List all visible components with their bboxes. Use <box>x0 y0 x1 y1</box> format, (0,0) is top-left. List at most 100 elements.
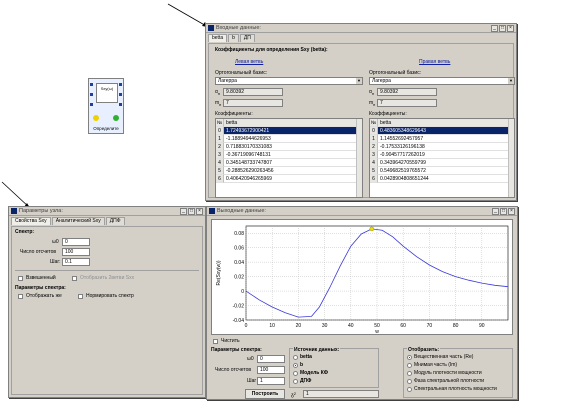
minimize-button[interactable]: _ <box>492 207 499 215</box>
row-value: 0.718830170331083 <box>224 143 362 151</box>
right-basis-select[interactable]: Лагерра ▼ <box>369 77 515 85</box>
row-value: -0.288526290263456 <box>224 167 362 175</box>
window-icon <box>209 208 215 214</box>
y-axis-label: Re(Sxy(w)) <box>216 260 222 285</box>
table-row[interactable]: 4 0.343964270559799 <box>370 159 514 167</box>
x-axis-label: w <box>375 329 379 334</box>
display-re-radio[interactable] <box>407 355 412 360</box>
maximize-button[interactable]: □ <box>499 24 506 32</box>
display-psd-radio[interactable] <box>407 387 412 392</box>
x-tick-label: 60 <box>400 323 406 329</box>
source-betta-radio[interactable] <box>293 355 298 360</box>
left-m-field[interactable]: 7 <box>223 99 283 107</box>
row-value: 0.483605348629643 <box>378 127 514 135</box>
table-row[interactable]: 4 0.345148733747807 <box>216 159 362 167</box>
minimize-button[interactable]: _ <box>491 24 498 32</box>
maximize-button[interactable]: □ <box>500 207 507 215</box>
tab-dpf[interactable]: ДПФ <box>105 217 125 225</box>
show-weight-checkbox[interactable] <box>72 276 77 281</box>
minimize-button[interactable]: _ <box>180 207 187 215</box>
params-tabs: Свойства Sxy Аналитический Sxy ДПФ <box>9 216 205 225</box>
table-row[interactable]: 2 -0.17533126196138 <box>370 143 514 151</box>
display-phase-label: Фаза спектральной плотности <box>414 378 485 384</box>
tab-dp[interactable]: ДП <box>239 34 255 42</box>
close-button[interactable]: × <box>507 24 514 32</box>
tab-sxy-props[interactable]: Свойства Sxy <box>11 217 51 225</box>
source-dpf-label: ДПФ <box>300 378 312 384</box>
source-b-radio[interactable] <box>293 363 298 368</box>
right-alpha-field[interactable]: 9.80392 <box>377 88 437 96</box>
display-phase-radio[interactable] <box>407 379 412 384</box>
show-weight-label: Отобразить 2ветви Sxx <box>80 275 135 281</box>
table-row[interactable]: 0 0.483605348629643 <box>370 127 514 135</box>
params-window-title: Параметры узла: <box>19 208 63 214</box>
right-coeff-table[interactable]: № betta 0 0.483605348629643 1 1.14552692457… <box>369 118 515 198</box>
weighted-label: Взвешенный <box>26 275 56 281</box>
node-port-icon <box>119 103 122 106</box>
source-dpf-radio[interactable] <box>293 379 298 384</box>
table-row[interactable]: 3 -0.36719096748131 <box>216 151 362 159</box>
clear-checkbox[interactable] <box>213 339 218 344</box>
show-label: Отображать же <box>26 293 62 299</box>
y-tick-label: -0.04 <box>233 318 245 324</box>
spectrum-chart[interactable]: 0.080.060.040.020-0.02-0.040 10 20 30 40 50 60… <box>212 220 512 334</box>
table-header: № betta <box>370 119 514 127</box>
w0-input[interactable]: 0 <box>257 355 285 363</box>
output-window-titlebar: Выходные данные: _ □ × <box>207 207 517 216</box>
step-label: Шаг <box>247 378 257 384</box>
maximize-button[interactable]: □ <box>188 207 195 215</box>
tab-betta[interactable]: betta <box>208 34 228 42</box>
display-im-radio[interactable] <box>407 363 412 368</box>
node-port-icon <box>90 93 93 96</box>
spectrum-params-label: Параметры спектра: <box>15 285 66 291</box>
display-mod-radio[interactable] <box>407 371 412 376</box>
tab-b[interactable]: b <box>228 34 239 42</box>
x-tick-label: 40 <box>348 323 354 329</box>
right-branch-link[interactable]: Правая ветвь <box>419 59 450 65</box>
table-row[interactable]: 1 1.14552692457957 <box>370 135 514 143</box>
row-value: 1.72493672900421 <box>224 127 362 135</box>
scrollbar[interactable] <box>356 119 362 197</box>
m-subscript: п <box>219 102 222 107</box>
node-port-icon <box>90 103 93 106</box>
row-value: 0.406420946265969 <box>224 175 362 183</box>
left-basis-select[interactable]: Лагерра ▼ <box>215 77 363 85</box>
table-row[interactable]: 1 -1.18894944626953 <box>216 135 362 143</box>
table-header: № betta <box>216 119 362 127</box>
table-row[interactable]: 3 -0.90457717262019 <box>370 151 514 159</box>
w0-label: ω0 <box>247 356 254 362</box>
show-checkbox[interactable] <box>18 294 23 299</box>
table-row[interactable]: 6 0.0428904808651244 <box>370 175 514 183</box>
tab-analytic-sxy[interactable]: Аналитический Sxy <box>51 217 105 225</box>
scrollbar[interactable] <box>508 119 514 197</box>
alpha-subscript: п <box>371 91 375 96</box>
weighted-checkbox[interactable] <box>18 276 23 281</box>
y-tick-label: 0 <box>241 289 244 295</box>
count-input[interactable]: 100 <box>257 366 285 374</box>
table-row[interactable]: 0 1.72493672900421 <box>216 127 362 135</box>
node-block[interactable]: Sxy(ω) Определите <box>88 78 124 134</box>
x-tick-label: 10 <box>269 323 275 329</box>
right-m-field[interactable]: 7 <box>377 99 437 107</box>
table-row[interactable]: 2 0.718830170331083 <box>216 143 362 151</box>
table-row[interactable]: 5 0.549682519765572 <box>370 167 514 175</box>
row-value: 1.14552692457957 <box>378 135 514 143</box>
table-row[interactable]: 5 -0.288526290263456 <box>216 167 362 175</box>
display-psd-label: Спектральная плотность мощности <box>414 386 497 392</box>
table-row[interactable]: 6 0.406420946265969 <box>216 175 362 183</box>
count-input[interactable]: 100 <box>62 248 90 256</box>
delta-field[interactable]: 1 <box>303 390 379 398</box>
source-label: Источник данных: <box>293 347 341 353</box>
left-alpha-field[interactable]: 9.80392 <box>223 88 283 96</box>
left-branch-link[interactable]: Левая ветвь <box>235 59 263 65</box>
close-button[interactable]: × <box>508 207 515 215</box>
step-input[interactable]: 0.1 <box>62 258 90 266</box>
source-model-radio[interactable] <box>293 371 298 376</box>
right-basis-label: Ортогональный базис: <box>369 70 422 76</box>
build-button[interactable]: Построить <box>245 389 285 399</box>
step-input[interactable]: 1 <box>257 377 285 385</box>
w0-input[interactable]: 0 <box>62 238 90 246</box>
left-coeff-table[interactable]: № betta 0 1.72493672900421 1 -1.18894944626… <box>215 118 363 198</box>
normalize-checkbox[interactable] <box>78 294 83 299</box>
close-button[interactable]: × <box>196 207 203 215</box>
